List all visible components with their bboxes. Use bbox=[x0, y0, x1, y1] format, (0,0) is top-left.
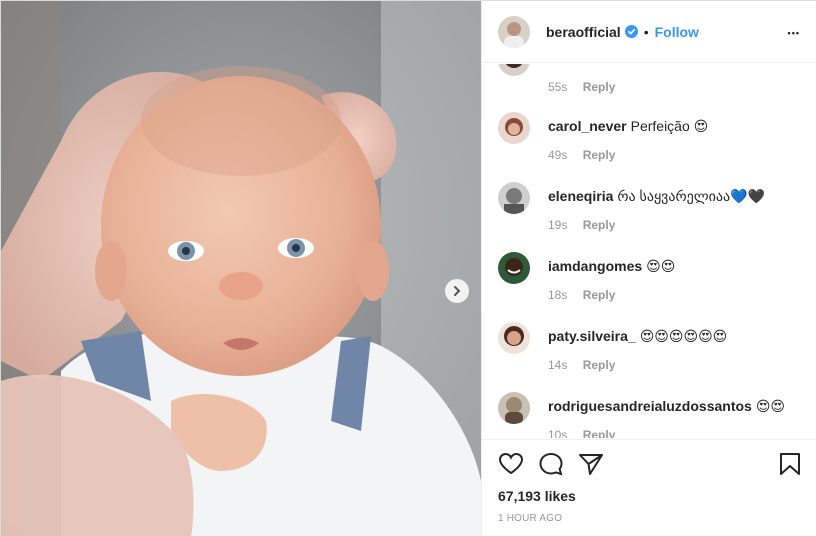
avatar-image bbox=[498, 322, 530, 354]
post-header: beraofficial • Follow ••• bbox=[482, 1, 816, 63]
more-options-button[interactable]: ••• bbox=[788, 23, 800, 40]
comment-text: carol_never Perfeição 😍 bbox=[548, 118, 708, 135]
comment-body: 😍😍😍😍😍😍 bbox=[639, 328, 728, 344]
comment-body: 😍😍 bbox=[646, 258, 676, 274]
comment-age: 55s bbox=[548, 80, 568, 94]
commenter-avatar[interactable] bbox=[498, 64, 530, 76]
author-username[interactable]: beraofficial bbox=[546, 24, 621, 40]
instagram-post: beraofficial • Follow ••• 55s Reply caro… bbox=[0, 0, 816, 536]
chevron-right-icon bbox=[454, 286, 461, 296]
reply-button[interactable]: Reply bbox=[583, 218, 616, 232]
commenter-username[interactable]: eleneqiria bbox=[548, 188, 613, 204]
baby-photo-illustration bbox=[1, 1, 481, 536]
commenter-avatar[interactable] bbox=[498, 392, 530, 424]
likes-count[interactable]: 67,193 likes bbox=[498, 488, 576, 504]
avatar-image bbox=[498, 182, 530, 214]
post-photo[interactable] bbox=[1, 1, 481, 536]
post-side-panel: beraofficial • Follow ••• 55s Reply caro… bbox=[481, 1, 816, 536]
post-actions: 67,193 likes 1 HOUR AGO bbox=[482, 439, 816, 536]
commenter-avatar[interactable] bbox=[498, 182, 530, 214]
next-photo-button[interactable] bbox=[445, 279, 469, 303]
comment-text: iamdangomes 😍😍 bbox=[548, 258, 675, 275]
comment-body: რა საყვარელიაა💙🖤 bbox=[617, 188, 765, 204]
avatar-image bbox=[498, 252, 530, 284]
commenter-avatar[interactable] bbox=[498, 112, 530, 144]
avatar-image bbox=[498, 112, 530, 144]
bookmark-icon[interactable] bbox=[779, 452, 801, 481]
comment-meta: 55s Reply bbox=[548, 80, 615, 94]
comment-list[interactable]: 55s Reply carol_never Perfeição 😍 49s Rep… bbox=[482, 64, 816, 438]
follow-button[interactable]: Follow bbox=[655, 24, 699, 40]
action-icon-row bbox=[498, 452, 801, 478]
reply-button[interactable]: Reply bbox=[583, 148, 616, 162]
commenter-username[interactable]: iamdangomes bbox=[548, 258, 642, 274]
comment-age: 14s bbox=[548, 358, 568, 372]
avatar-image bbox=[498, 392, 530, 424]
comment-age: 19s bbox=[548, 218, 568, 232]
author-avatar[interactable] bbox=[498, 15, 530, 48]
reply-button[interactable]: Reply bbox=[583, 428, 616, 438]
commenter-username[interactable]: carol_never bbox=[548, 118, 627, 134]
reply-button[interactable]: Reply bbox=[583, 288, 616, 302]
separator-dot: • bbox=[643, 23, 649, 40]
comment-text: rodriguesandreialuzdossantos 😍😍 bbox=[548, 398, 785, 415]
reply-button[interactable]: Reply bbox=[583, 358, 616, 372]
comment-meta: 10s Reply bbox=[548, 428, 615, 438]
comment-icon[interactable] bbox=[538, 452, 564, 481]
comment-body: 😍😍 bbox=[755, 398, 786, 414]
comment-meta: 49s Reply bbox=[548, 148, 615, 162]
reply-button[interactable]: Reply bbox=[583, 80, 616, 94]
author-avatar-image bbox=[498, 15, 530, 48]
heart-icon[interactable] bbox=[498, 452, 524, 481]
commenter-avatar[interactable] bbox=[498, 322, 530, 354]
share-icon[interactable] bbox=[578, 452, 604, 481]
more-options-icon: ••• bbox=[787, 28, 800, 38]
comment-age: 18s bbox=[548, 288, 568, 302]
post-timestamp[interactable]: 1 HOUR AGO bbox=[498, 513, 562, 524]
comment-text: paty.silveira_ 😍😍😍😍😍😍 bbox=[548, 328, 727, 345]
comment-meta: 14s Reply bbox=[548, 358, 615, 372]
comment-age: 10s bbox=[548, 428, 568, 438]
verified-badge-icon bbox=[624, 25, 638, 38]
commenter-username[interactable]: rodriguesandreialuzdossantos bbox=[548, 398, 752, 414]
comment-meta: 18s Reply bbox=[548, 288, 615, 302]
avatar-image bbox=[498, 64, 530, 76]
comment-meta: 19s Reply bbox=[548, 218, 615, 232]
commenter-username[interactable]: paty.silveira_ bbox=[548, 328, 636, 344]
comment-body: Perfeição 😍 bbox=[630, 118, 709, 134]
comment-age: 49s bbox=[548, 148, 568, 162]
comment-text: eleneqiria რა საყვარელიაა💙🖤 bbox=[548, 188, 765, 205]
commenter-avatar[interactable] bbox=[498, 252, 530, 284]
